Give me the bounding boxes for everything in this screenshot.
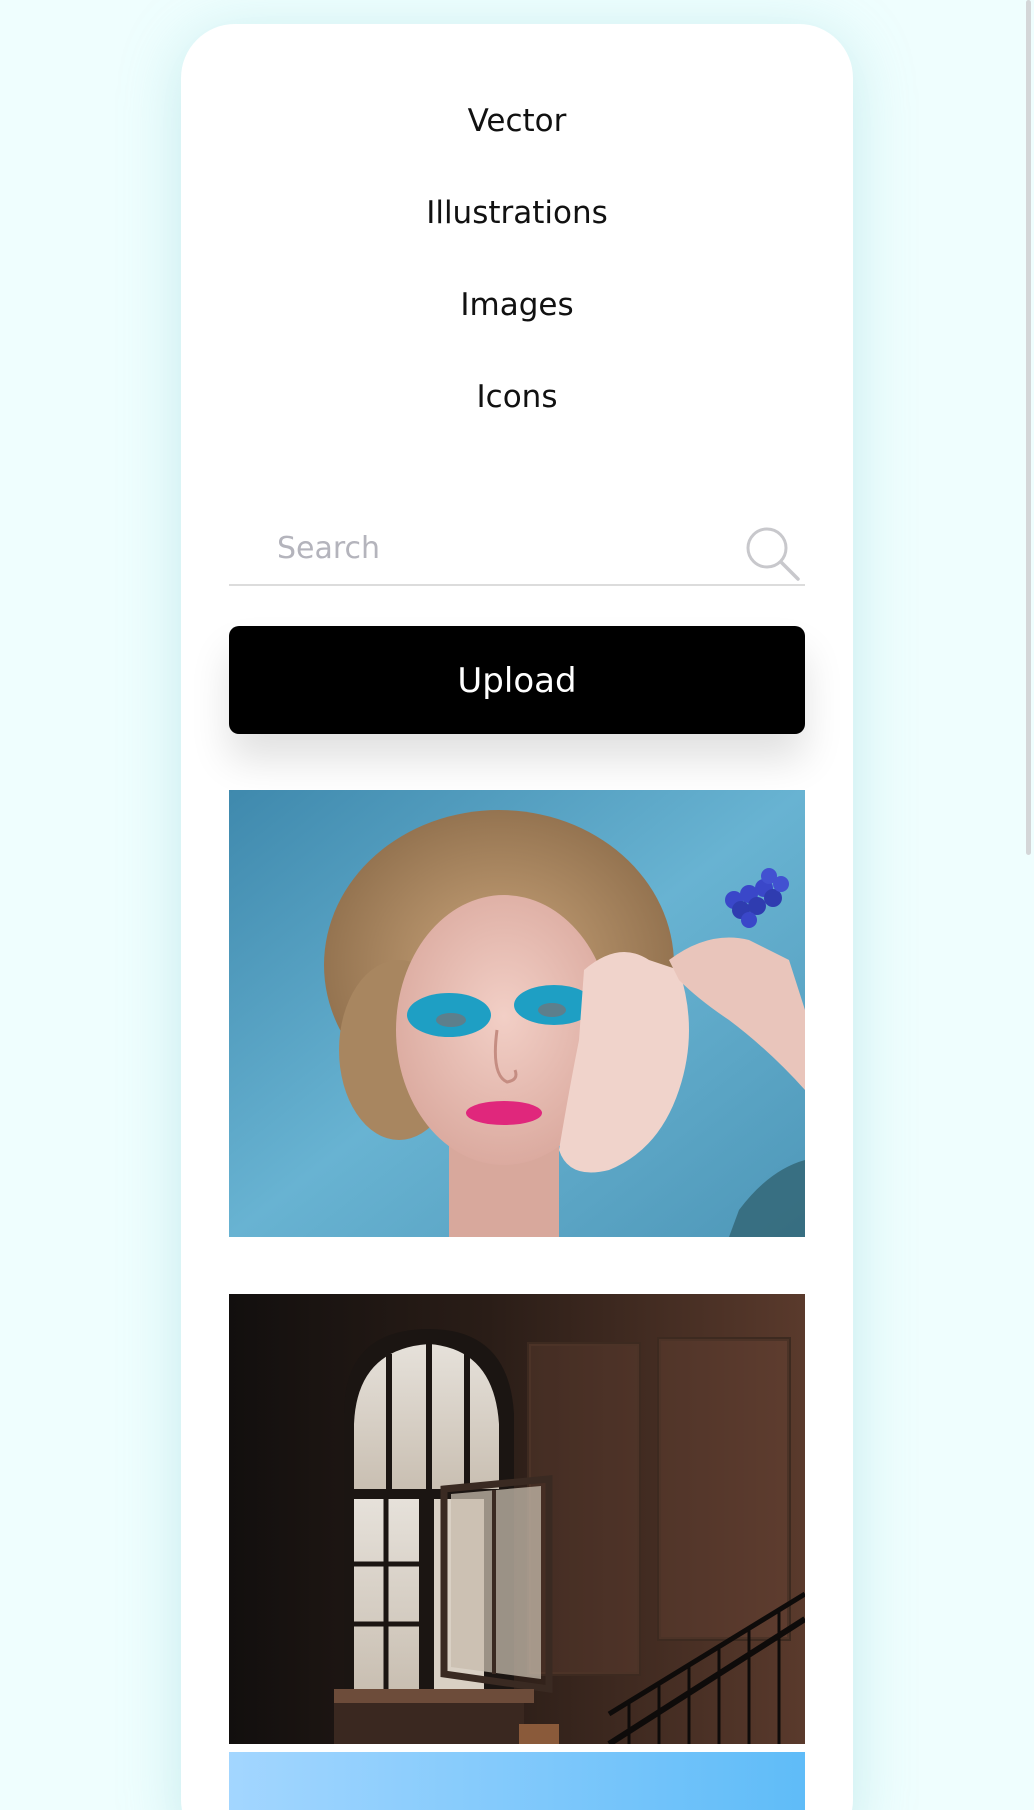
room-photo <box>229 1294 805 1744</box>
gallery-image-sky[interactable] <box>229 1752 805 1810</box>
main-card: Vector Illustrations Images Icons Upload <box>181 24 853 1810</box>
portrait-photo <box>229 790 805 1237</box>
search-input[interactable] <box>229 514 729 582</box>
sky-photo <box>229 1752 805 1810</box>
nav-item-icons[interactable]: Icons <box>181 377 853 417</box>
scrollbar-thumb[interactable] <box>1026 0 1031 855</box>
scrollbar[interactable] <box>1022 0 1034 1810</box>
page: Vector Illustrations Images Icons Upload <box>0 0 1034 1810</box>
nav-item-illustrations[interactable]: Illustrations <box>181 193 853 233</box>
gallery-image-portrait[interactable] <box>229 790 805 1237</box>
nav-item-vector[interactable]: Vector <box>181 101 853 141</box>
search-bar <box>229 514 805 586</box>
nav-item-images[interactable]: Images <box>181 285 853 325</box>
gallery-image-room[interactable] <box>229 1294 805 1744</box>
search-icon[interactable] <box>745 526 801 582</box>
upload-button[interactable]: Upload <box>229 626 805 734</box>
